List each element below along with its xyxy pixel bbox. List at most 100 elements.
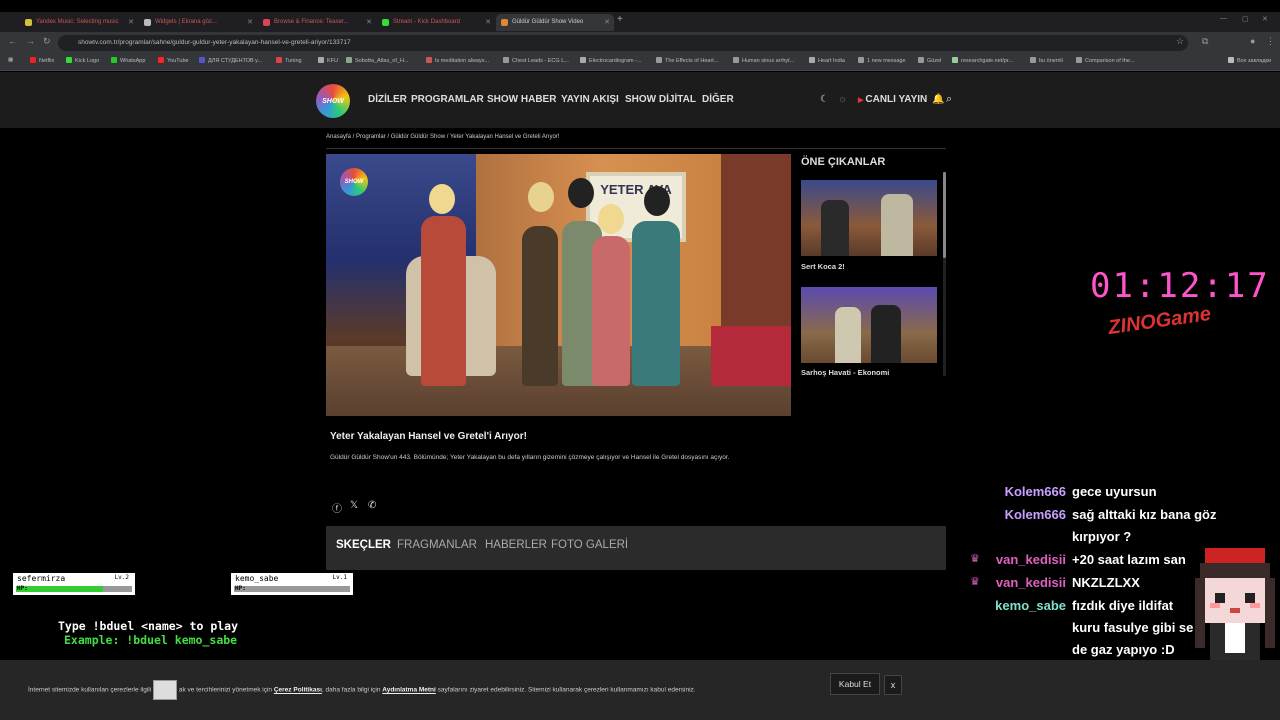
privacy-notice-link[interactable]: Aydınlatma Metni — [382, 687, 436, 694]
bookmark-item[interactable]: KFU — [318, 57, 338, 64]
tab-skecler[interactable]: SKEÇLER — [336, 539, 391, 551]
tab-foto-galeri[interactable]: FOTO GALERİ — [551, 539, 628, 551]
search-icon[interactable]: ⌕ — [946, 93, 952, 106]
bookmark-item[interactable]: WhatsApp — [111, 57, 145, 64]
url-field[interactable]: showtv.com.tr/programlar/sahne/guldur-gu… — [58, 35, 1188, 51]
bookmark-item[interactable]: researchgate.net/pr... — [952, 57, 1013, 64]
browser-tab-strip: Yandex Music: Selecting music ✕ Widgets |… — [0, 12, 1280, 32]
bookmark-item[interactable]: Heart India — [809, 57, 845, 64]
bookmark-icon — [1030, 57, 1036, 63]
new-tab-button[interactable]: + — [617, 14, 623, 25]
showtv-logo[interactable]: SHOW — [316, 84, 350, 118]
minimize-icon[interactable]: — — [1220, 15, 1227, 22]
duel-player-card: sefermirza Lv.2 HP: — [12, 572, 136, 596]
bookmark-icon — [276, 57, 282, 63]
play-icon: ▶ — [858, 97, 864, 104]
facebook-icon[interactable]: ⓕ — [332, 500, 342, 515]
tab-haberler[interactable]: HABERLER — [485, 539, 547, 551]
duel-instruction: Type !bduel <name> to play — [58, 619, 239, 633]
cookie-policy-link[interactable]: Çerez Politikası — [274, 687, 322, 694]
close-window-icon[interactable]: ✕ — [1262, 15, 1268, 23]
divider — [326, 148, 946, 149]
scrollbar-thumb[interactable] — [943, 172, 946, 258]
browser-tab[interactable]: Widgets | Ekrana göz... ✕ — [139, 14, 257, 31]
all-bookmarks[interactable]: Все закладки — [1228, 57, 1271, 64]
close-icon[interactable]: ✕ — [128, 14, 134, 31]
tab-favicon-icon — [501, 19, 508, 26]
bookmark-icon — [30, 57, 36, 63]
cookie-text: İnternet sitemizde kullanılan çerezlerle… — [28, 680, 828, 700]
bookmark-item[interactable]: 1 new message — [858, 57, 906, 64]
video-title: Yeter Yakalayan Hansel ve Gretel'i Arıyo… — [330, 431, 527, 442]
close-icon[interactable]: ✕ — [485, 14, 491, 31]
breadcrumb: Anasayfa / Programlar / Güldür Güldür Sh… — [326, 134, 560, 140]
close-icon[interactable]: ✕ — [366, 14, 372, 31]
back-icon[interactable]: ← — [8, 36, 17, 46]
bookmark-item[interactable]: Comparison of the... — [1076, 57, 1135, 64]
browser-tab[interactable]: Yandex Music: Selecting music ✕ — [20, 14, 138, 31]
duel-player-card: kemo_sabe Lv.1 HP: — [230, 572, 354, 596]
stream-clock: 01:12:17 — [1090, 266, 1270, 306]
featured-caption[interactable]: Sert Koca 2! — [801, 262, 845, 271]
bookmark-item[interactable]: Chest Leads - ECG L... — [503, 57, 569, 64]
bookmark-item[interactable]: ДЛЯ СТУДЕНТОВ у... — [199, 57, 262, 64]
browser-tab[interactable]: Stream - Kick Dashboard ✕ — [377, 14, 495, 31]
bookmark-item[interactable]: Kick Logo — [66, 57, 99, 64]
bookmark-icon — [158, 57, 164, 63]
moon-icon[interactable]: ☾ — [820, 94, 829, 105]
bookmark-icon — [1076, 57, 1082, 63]
accept-cookies-button[interactable]: Kabul Et — [830, 673, 880, 695]
tab-favicon-icon — [144, 19, 151, 26]
profile-icon[interactable]: ● — [1250, 36, 1255, 46]
sun-icon[interactable]: ☼ — [838, 94, 847, 105]
bookmark-icon — [580, 57, 586, 63]
bookmark-item[interactable]: Netflix — [30, 57, 54, 64]
nav-diziler[interactable]: DİZİLER — [368, 94, 407, 105]
pixel-cursor-icon — [153, 680, 178, 700]
nav-diger[interactable]: DİĞER — [702, 94, 734, 105]
live-stream-link[interactable]: ▶ CANLI YAYIN — [858, 94, 927, 105]
close-icon[interactable]: ✕ — [604, 14, 610, 31]
featured-thumbnail[interactable] — [801, 180, 937, 256]
close-cookie-button[interactable]: x — [884, 675, 902, 695]
bookmark-item[interactable]: Human sinus arrhyt... — [733, 57, 794, 64]
featured-title: ÖNE ÇIKANLAR — [801, 156, 886, 168]
video-player[interactable]: YETER AYA SHOW — [326, 154, 791, 416]
extensions-icon[interactable]: ⧉ — [1202, 36, 1208, 47]
x-twitter-icon[interactable]: 𝕏 — [350, 500, 358, 511]
nav-show-dijital[interactable]: SHOW DİJİTAL — [625, 94, 696, 105]
bookmark-star-icon[interactable]: ☆ — [1176, 36, 1184, 47]
bookmark-icon — [809, 57, 815, 63]
bookmark-icon — [66, 57, 72, 63]
channel-watermark: SHOW — [340, 168, 368, 196]
bookmark-icon — [318, 57, 324, 63]
bookmark-item[interactable]: Sobotta_Atlas_of_H... — [346, 57, 409, 64]
bookmark-icon — [503, 57, 509, 63]
notification-icon[interactable]: 🔔 — [932, 94, 944, 105]
maximize-icon[interactable]: ▢ — [1242, 15, 1249, 23]
whatsapp-icon[interactable]: ✆ — [368, 500, 376, 511]
menu-icon[interactable]: ⋮ — [1266, 36, 1275, 47]
nav-programlar[interactable]: PROGRAMLAR — [411, 94, 484, 105]
bookmark-item[interactable]: Is meditation always... — [426, 57, 489, 64]
bookmark-icon — [426, 57, 432, 63]
bookmark-icon — [111, 57, 117, 63]
browser-tab-active[interactable]: Güldür Güldür Show Video ✕ — [496, 14, 614, 31]
bookmark-item[interactable]: The Effects of Heart... — [656, 57, 718, 64]
bookmark-item[interactable]: YouTube — [158, 57, 189, 64]
bookmark-item[interactable]: Güzel — [918, 57, 941, 64]
browser-tab[interactable]: Browse & Finance: Teaser... ✕ — [258, 14, 376, 31]
nav-show-haber[interactable]: SHOW HABER — [487, 94, 556, 105]
tab-fragmanlar[interactable]: FRAGMANLAR — [397, 539, 477, 551]
close-icon[interactable]: ✕ — [247, 14, 253, 31]
forward-icon[interactable]: → — [26, 36, 35, 46]
reload-icon[interactable]: ↻ — [43, 36, 51, 47]
bookmark-item[interactable]: bu önemli — [1030, 57, 1063, 64]
apps-icon[interactable]: ▦ — [8, 57, 13, 63]
bookmark-item[interactable]: Electrocardiogram -... — [580, 57, 642, 64]
bookmark-item[interactable]: Tuning — [276, 57, 302, 64]
featured-caption[interactable]: Sarhoş Havati - Ekonomi — [801, 368, 889, 377]
nav-yayin-akisi[interactable]: YAYIN AKIŞI — [561, 94, 619, 105]
hp-bar — [234, 586, 350, 592]
featured-thumbnail[interactable] — [801, 287, 937, 363]
